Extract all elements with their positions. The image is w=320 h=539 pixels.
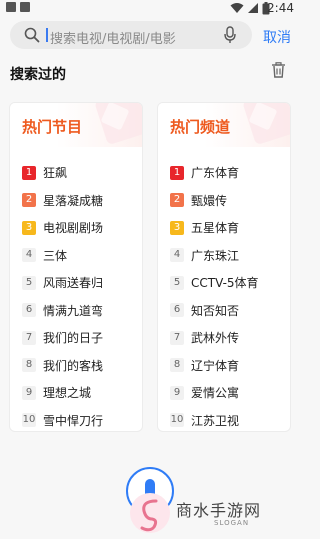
notification-square-icon <box>6 2 16 12</box>
list-item-label: CCTV-5体育 <box>191 276 259 291</box>
list-item-label: 风雨送春归 <box>43 276 104 291</box>
list-item[interactable]: 3 五星体育 <box>170 214 259 242</box>
search-input[interactable]: 搜索电视/电视剧/电影 <box>10 21 252 49</box>
list-item[interactable]: 1 狂飙 <box>22 159 103 187</box>
hot-programs-list: 1 狂飙 2 星落凝成糖 3 电视剧剧场 4 三体 5 风雨送春归 6 情满九道弯 7 我们的日子 8 我们的… <box>22 159 104 432</box>
watermark-slogan: SLOGAN <box>214 519 250 527</box>
list-item-label: 武林外传 <box>191 331 240 346</box>
list-item-label: 爱情公寓 <box>191 386 240 401</box>
list-item[interactable]: 3 电视剧剧场 <box>22 214 103 242</box>
search-placeholder: 搜索电视/电视剧/电影 <box>50 32 176 47</box>
list-item[interactable]: 6 情满九道弯 <box>22 297 103 325</box>
rank-badge: 1 <box>170 165 184 180</box>
trash-icon[interactable] <box>271 62 286 78</box>
list-item[interactable]: 7 武林外传 <box>170 324 259 352</box>
rank-badge: 7 <box>170 330 184 345</box>
list-item[interactable]: 4 广东珠江 <box>170 242 259 270</box>
list-item-label: 广东珠江 <box>191 248 240 263</box>
rank-badge: 3 <box>22 220 36 235</box>
list-item[interactable]: 2 甄嬛传 <box>170 187 259 215</box>
list-item-label: 星落凝成糖 <box>43 193 104 208</box>
hot-channels-title: 热门频道 <box>170 118 231 136</box>
card-header: 热门频道 <box>158 103 290 147</box>
watermark: 商水手游网 SLOGAN <box>128 489 278 537</box>
list-item[interactable]: 9 爱情公寓 <box>170 379 259 407</box>
rank-badge: 10 <box>170 413 184 428</box>
list-item[interactable]: 10 雪中悍刀行 <box>22 407 104 432</box>
search-icon <box>24 27 40 43</box>
status-bar: 2:44 <box>0 0 300 18</box>
rank-badge: 7 <box>22 330 36 345</box>
rank-badge: 8 <box>22 358 36 373</box>
hot-programs-title: 热门节目 <box>22 118 83 136</box>
rank-badge: 8 <box>170 358 184 373</box>
list-item[interactable]: 7 我们的日子 <box>22 324 103 352</box>
microphone-icon[interactable] <box>224 26 236 44</box>
rank-badge: 2 <box>22 193 36 208</box>
cancel-button[interactable]: 取消 <box>263 27 291 47</box>
rank-badge: 4 <box>170 248 184 263</box>
list-item-label: 理想之城 <box>43 386 92 401</box>
watermark-logo-icon <box>130 493 170 533</box>
list-item-label: 情满九道弯 <box>43 303 104 318</box>
search-history-title: 搜索过的 <box>10 67 66 83</box>
rank-badge: 2 <box>170 193 184 208</box>
rank-badge: 10 <box>22 413 36 428</box>
status-time: 2:44 <box>267 1 294 15</box>
list-item-label: 五星体育 <box>191 221 240 236</box>
list-item-label: 辽宁体育 <box>191 358 240 373</box>
notification-square-icon <box>20 2 30 12</box>
list-item-label: 我们的日子 <box>43 331 104 346</box>
rank-badge: 9 <box>22 385 36 400</box>
list-item[interactable]: 2 星落凝成糖 <box>22 187 103 215</box>
list-item[interactable]: 5 CCTV-5体育 <box>170 269 259 297</box>
list-item[interactable]: 5 风雨送春归 <box>22 269 103 297</box>
list-item[interactable]: 1 广东体育 <box>170 159 259 187</box>
list-item-label: 甄嬛传 <box>191 193 228 208</box>
card-header: 热门节目 <box>10 103 142 147</box>
rank-badge: 9 <box>170 385 184 400</box>
hot-channels-card: 热门频道 1 广东体育 2 甄嬛传 3 五星体育 4 广东珠江 5 CCTV-5体育 6 知否知否 7 武… <box>157 102 291 432</box>
rank-badge: 1 <box>22 165 36 180</box>
wifi-icon <box>230 3 244 13</box>
list-item[interactable]: 10 江苏卫视 <box>170 407 259 432</box>
text-cursor <box>46 28 48 42</box>
rank-badge: 5 <box>22 275 36 290</box>
rank-badge: 6 <box>22 303 36 318</box>
rank-badge: 4 <box>22 248 36 263</box>
rank-badge: 6 <box>170 303 184 318</box>
hot-programs-card: 热门节目 1 狂飙 2 星落凝成糖 3 电视剧剧场 4 三体 5 风雨送春归 6 情满九道弯 7 我们的日… <box>9 102 143 432</box>
list-item-label: 雪中悍刀行 <box>43 413 104 428</box>
rank-badge: 3 <box>170 220 184 235</box>
list-item[interactable]: 8 我们的客栈 <box>22 352 103 380</box>
rank-badge: 5 <box>170 275 184 290</box>
list-item-label: 江苏卫视 <box>191 413 240 428</box>
list-item-label: 狂飙 <box>43 166 68 181</box>
list-item-label: 知否知否 <box>191 303 240 318</box>
list-item[interactable]: 6 知否知否 <box>170 297 259 325</box>
list-item[interactable]: 9 理想之城 <box>22 379 103 407</box>
list-item-label: 我们的客栈 <box>43 358 104 373</box>
signal-icon <box>248 3 258 13</box>
hot-channels-list: 1 广东体育 2 甄嬛传 3 五星体育 4 广东珠江 5 CCTV-5体育 6 知否知否 7 武林外传 8 辽… <box>170 159 259 432</box>
list-item-label: 三体 <box>43 248 68 263</box>
list-item[interactable]: 4 三体 <box>22 242 103 270</box>
list-item-label: 电视剧剧场 <box>43 221 104 236</box>
watermark-text: 商水手游网 <box>176 501 262 520</box>
list-item[interactable]: 8 辽宁体育 <box>170 352 259 380</box>
list-item-label: 广东体育 <box>191 166 240 181</box>
